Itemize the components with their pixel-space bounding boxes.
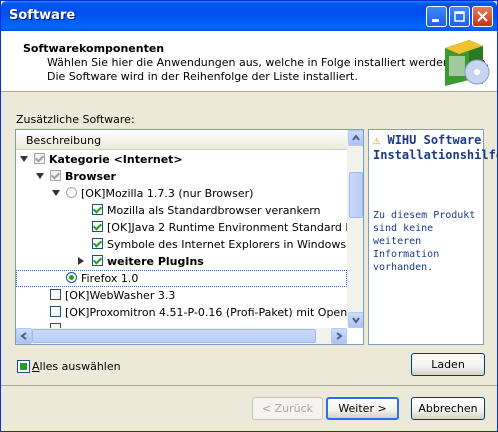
info-panel: ⚠ WIHU Software Installationshilfe Zu di…: [368, 129, 498, 345]
select-all-label[interactable]: Alles auswählen: [32, 360, 121, 373]
header-title: Softwarekomponenten: [23, 42, 165, 55]
tree-row[interactable]: Symbole des Internet Explorers in Window…: [16, 236, 347, 253]
collapse-arrow-icon[interactable]: [78, 257, 84, 265]
window-title: Software: [9, 8, 76, 23]
scroll-hthumb[interactable]: [32, 329, 316, 343]
expand-arrow-icon[interactable]: [36, 173, 44, 179]
tree-row[interactable]: Mozilla als Standardbrowser verankern: [16, 202, 347, 219]
radio-button[interactable]: [66, 187, 77, 198]
cancel-button[interactable]: Abbrechen: [411, 397, 485, 420]
tree-row[interactable]: [OK]Proxomitron 4.51-P-0.16 (Profi-Paket…: [16, 304, 347, 321]
checkbox[interactable]: [92, 204, 103, 215]
close-button[interactable]: [472, 6, 493, 27]
scroll-down-button[interactable]: [348, 312, 363, 328]
minimize-button[interactable]: [426, 6, 447, 27]
checkbox[interactable]: [50, 306, 61, 317]
tree-row[interactable]: Firefox 1.0: [16, 270, 347, 287]
software-tree[interactable]: Beschreibung Kategorie <Internet> Browser…: [15, 129, 364, 345]
checkbox[interactable]: [50, 170, 61, 181]
checkbox[interactable]: [50, 289, 61, 300]
chevron-right-icon: [336, 332, 343, 340]
header-subtitle: Wählen Sie hier die Anwendungen aus, wel…: [47, 56, 489, 84]
column-header-label: Beschreibung: [26, 134, 102, 147]
tree-row-label: weitere PlugIns: [107, 255, 204, 268]
tree-row[interactable]: Browser: [16, 168, 347, 185]
maximize-icon: [454, 11, 465, 22]
next-button-label: Weiter >: [338, 402, 387, 415]
warning-icon: ⚠: [373, 133, 381, 147]
scroll-up-button[interactable]: [348, 130, 363, 146]
scroll-right-button[interactable]: [331, 328, 347, 344]
checkbox[interactable]: [92, 221, 103, 232]
info-text: Zu diesem Produkt sind keine weiteren In…: [373, 210, 476, 273]
load-button[interactable]: Laden: [411, 353, 485, 376]
tree-row-label: Kategorie <Internet>: [49, 153, 183, 166]
header-subtitle-line2: Die Software wird in der Reihenfolge der…: [47, 70, 358, 83]
expand-arrow-icon[interactable]: [20, 156, 28, 162]
column-header-description[interactable]: Beschreibung: [16, 130, 347, 150]
tree-row-label: [OK]Mozilla 1.7.3 (nur Browser): [81, 187, 254, 200]
checkbox[interactable]: [92, 255, 103, 266]
vertical-scrollbar[interactable]: [347, 130, 363, 328]
section-label: Zusätzliche Software:: [16, 113, 135, 126]
scroll-thumb[interactable]: [349, 172, 363, 218]
load-button-label: Laden: [431, 358, 465, 371]
maximize-button[interactable]: [449, 6, 470, 27]
tree-row-label: Mozilla als Standardbrowser verankern: [107, 204, 321, 217]
checkbox[interactable]: [92, 238, 103, 249]
tree-row-label: Symbole des Internet Explorers in Window…: [107, 238, 347, 251]
checkbox[interactable]: [34, 153, 45, 164]
cancel-button-label: Abbrechen: [418, 402, 478, 415]
header-subtitle-line1: Wählen Sie hier die Anwendungen aus, wel…: [47, 56, 490, 69]
tree-row[interactable]: Kategorie <Internet>: [16, 151, 347, 168]
bottom-separator: [1, 385, 497, 386]
tree-row-label: [OK]WebWasher 3.3: [65, 289, 176, 302]
chevron-up-icon: [352, 134, 360, 141]
wizard-header: Softwarekomponenten Wählen Sie hier die …: [1, 31, 497, 92]
back-button-label: < Zurück: [261, 402, 314, 415]
tree-row[interactable]: weitere PlugIns: [16, 253, 347, 270]
dialog-window: Software Softwarekomponenten Wählen Sie …: [0, 0, 498, 432]
software-box-icon: [445, 40, 490, 86]
tree-row[interactable]: [OK]WebWasher 3.3: [16, 287, 347, 304]
close-icon: [477, 11, 488, 22]
info-title: ⚠ WIHU Software Installationshilfe: [373, 133, 498, 163]
tree-row-label: [OK]Java 2 Runtime Environment Standard …: [107, 221, 347, 234]
tree-row-label: Browser: [65, 170, 116, 183]
radio-button[interactable]: [66, 272, 77, 283]
back-button[interactable]: < Zurück: [252, 397, 323, 420]
tree-row[interactable]: [OK]Java 2 Runtime Environment Standard …: [16, 219, 347, 236]
horizontal-scrollbar[interactable]: [16, 328, 347, 344]
title-bar[interactable]: Software: [1, 1, 497, 31]
tree-row[interactable]: [OK]Mozilla 1.7.3 (nur Browser): [16, 185, 347, 202]
expand-arrow-icon[interactable]: [52, 190, 60, 196]
info-title-text: WIHU Software Installationshilfe: [373, 133, 498, 162]
scroll-left-button[interactable]: [16, 328, 32, 344]
next-button[interactable]: Weiter >: [326, 397, 399, 420]
minimize-icon: [432, 19, 439, 22]
chevron-down-icon: [352, 317, 360, 324]
select-all-checkbox[interactable]: [17, 360, 30, 373]
tree-row-label: Firefox 1.0: [81, 272, 139, 285]
chevron-left-icon: [20, 332, 27, 340]
tree-row-label: [OK]Proxomitron 4.51-P-0.16 (Profi-Paket…: [65, 306, 347, 319]
